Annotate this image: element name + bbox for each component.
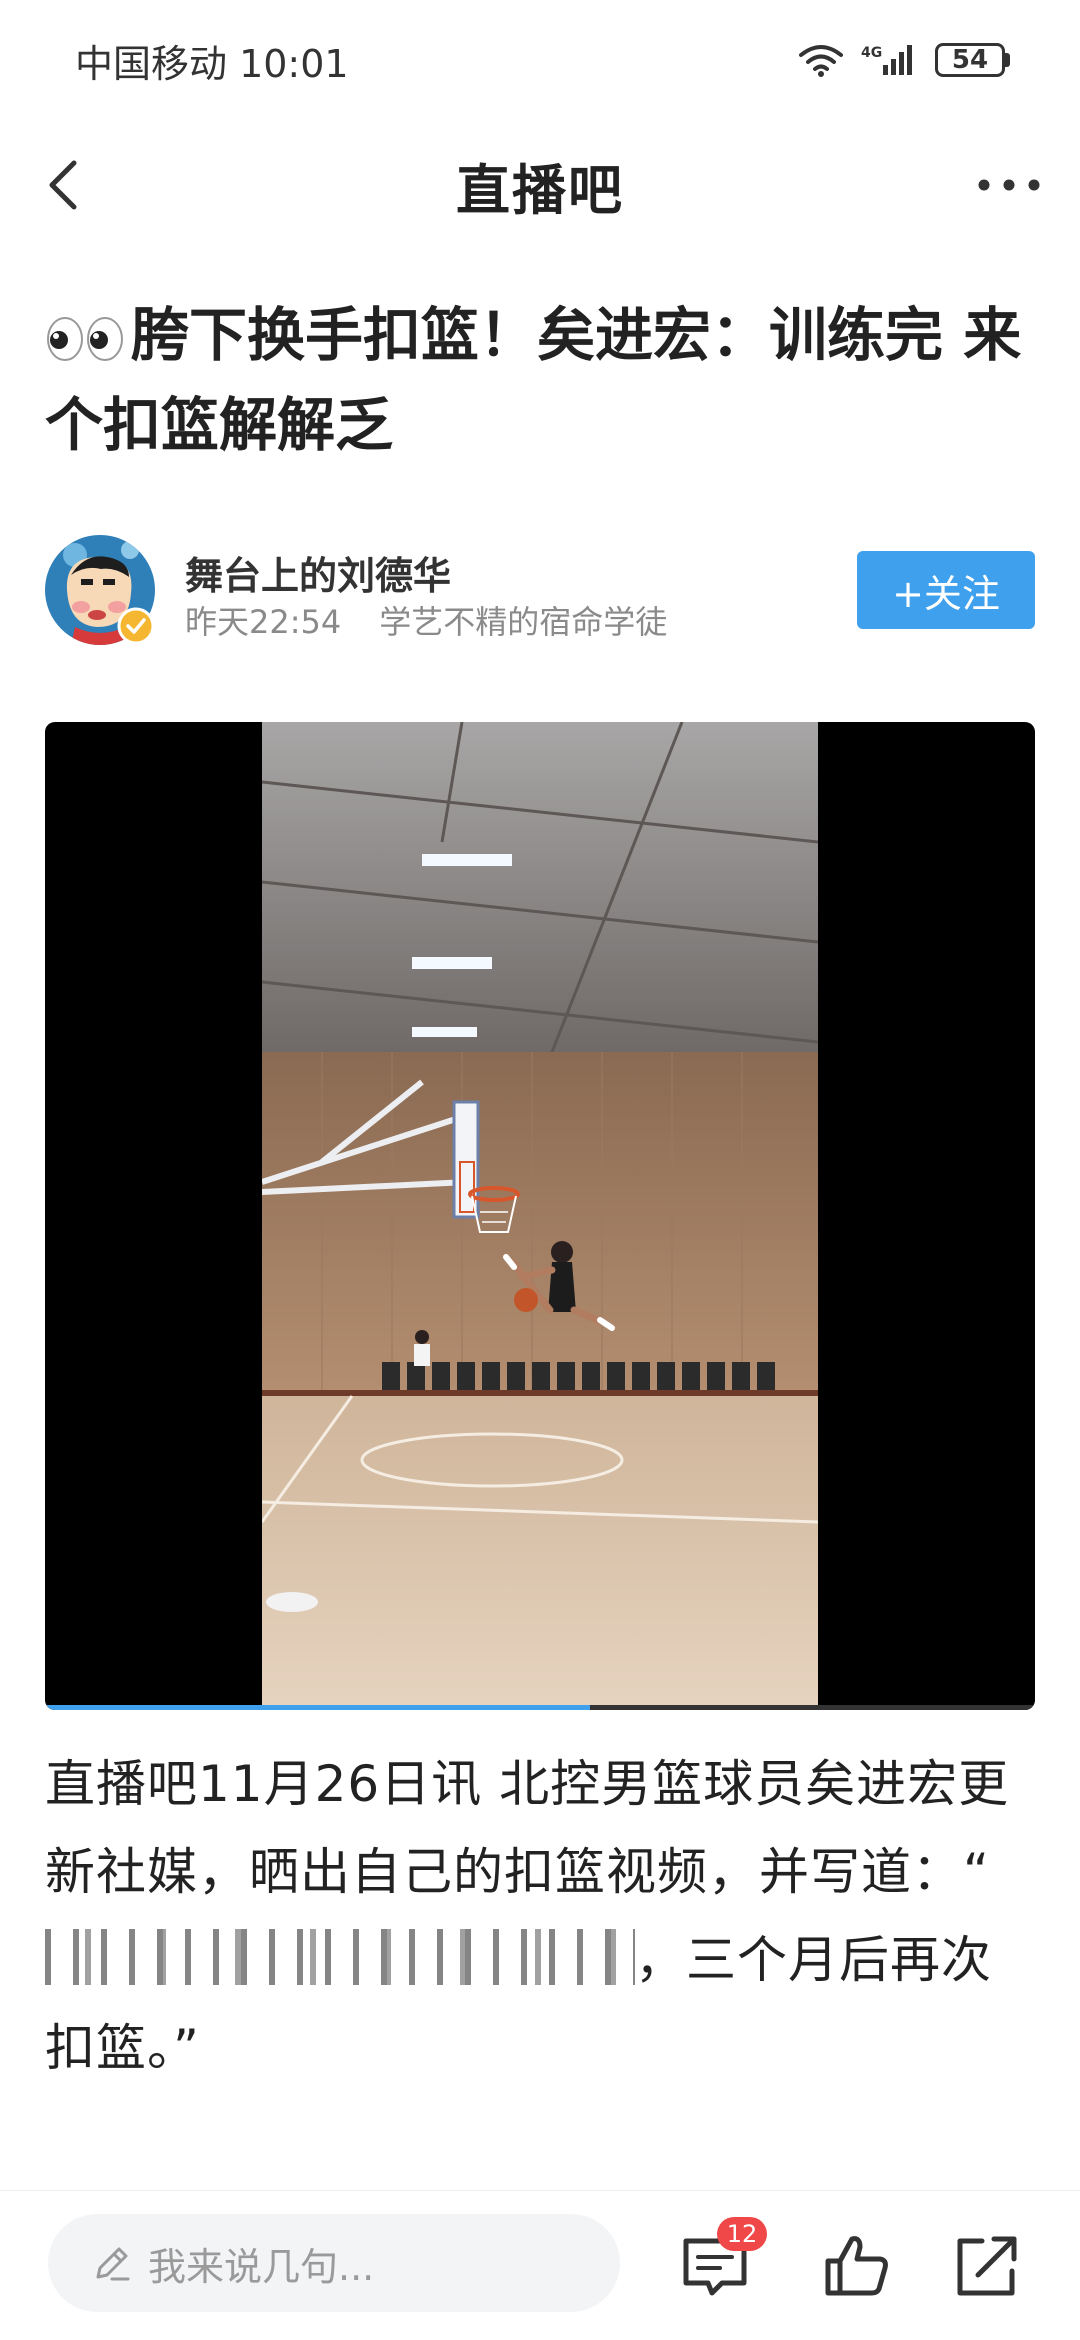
body-text-before: 直播吧11月26日讯 北控男篮球员矣进宏更新社媒，晒出自己的扣篮视频，并写道：“: [45, 1755, 1010, 1901]
article-title-text: 胯下换手扣篮！矣进宏：训练完 来个扣篮解解乏: [45, 301, 1022, 459]
pen-icon: [96, 2247, 130, 2281]
comment-count-badge: 12: [717, 2217, 767, 2251]
author-signature: 学艺不精的宿命学徒: [379, 603, 668, 641]
thumbs-up-icon[interactable]: [822, 2231, 892, 2301]
carrier-time: 中国移动 10:01: [75, 41, 349, 86]
author-row: 舞台上的刘德华 昨天22:54 学艺不精的宿命学徒 +关注: [45, 535, 1035, 645]
verified-badge-icon: [117, 607, 155, 645]
video-progress-fill: [45, 1705, 590, 1710]
redacted-text: [45, 1929, 635, 1985]
video-frame: [262, 722, 818, 1707]
status-icons: 4G 54: [799, 43, 1010, 77]
share-icon[interactable]: [952, 2231, 1022, 2301]
eyes-emoji-icon: [47, 316, 123, 361]
follow-button[interactable]: +关注: [857, 551, 1035, 629]
video-progress-bar[interactable]: [45, 1705, 1035, 1710]
battery-icon: 54: [935, 43, 1010, 77]
more-dots-icon[interactable]: [974, 160, 1044, 210]
post-time: 昨天22:54: [185, 603, 342, 641]
video-player[interactable]: [45, 722, 1035, 1710]
back-chevron-icon[interactable]: [36, 155, 96, 215]
status-bar: 中国移动 10:01 4G 54: [0, 0, 1080, 120]
wifi-icon: [799, 45, 843, 77]
comment-placeholder: 我来说几句...: [148, 2244, 375, 2289]
comment-input[interactable]: 我来说几句...: [48, 2214, 620, 2312]
author-meta: 昨天22:54 学艺不精的宿命学徒: [185, 597, 667, 643]
network-label: 4G: [861, 45, 882, 61]
nav-bar: 直播吧: [0, 130, 1080, 240]
signal-icon: 4G: [861, 45, 912, 75]
author-name[interactable]: 舞台上的刘德华: [185, 545, 451, 600]
page-title: 直播吧: [456, 158, 624, 222]
article-title: 胯下换手扣篮！矣进宏：训练完 来个扣篮解解乏: [45, 290, 1035, 470]
battery-level: 54: [935, 43, 1005, 77]
article-body: 直播吧11月26日讯 北控男篮球员矣进宏更新社媒，晒出自己的扣篮视频，并写道：“…: [45, 1740, 1035, 2092]
bottom-action-bar: 我来说几句... 12: [0, 2190, 1080, 2340]
